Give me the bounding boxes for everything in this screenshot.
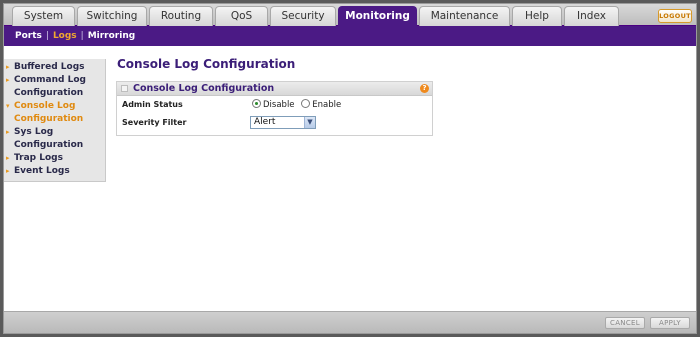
panel-title: Console Log Configuration — [133, 83, 275, 94]
admin-status-row: Admin Status Disable Enable — [117, 96, 432, 114]
logout-button[interactable]: LOGOUT — [658, 9, 692, 23]
sidebar-item-label: Buffered Logs — [14, 62, 85, 72]
tab-monitoring[interactable]: Monitoring — [338, 6, 417, 26]
page-title: Console Log Configuration — [117, 57, 296, 71]
admin-status-label: Admin Status — [122, 100, 183, 109]
chevron-down-icon: ▼ — [304, 117, 315, 128]
app-frame: System Switching Routing QoS Security Mo… — [3, 3, 697, 334]
sidebar-item-label: Console Log Configuration — [14, 101, 84, 124]
tab-maintenance[interactable]: Maintenance — [419, 6, 510, 26]
tab-help[interactable]: Help — [512, 6, 562, 26]
sidebar-item-label: Command Log Configuration — [14, 75, 86, 98]
radio-label-disable: Disable — [263, 100, 295, 110]
sidebar-item-command-log-configuration[interactable]: ▸ Command Log Configuration — [4, 74, 105, 100]
collapse-icon[interactable] — [121, 85, 128, 92]
top-tab-bar: System Switching Routing QoS Security Mo… — [4, 4, 696, 26]
tab-system[interactable]: System — [12, 6, 75, 26]
arrow-right-icon: ▸ — [6, 154, 10, 162]
admin-status-enable-radio[interactable] — [301, 99, 311, 108]
severity-filter-label: Severity Filter — [122, 118, 187, 127]
radio-label-enable: Enable — [312, 100, 342, 110]
subnav-item-logs[interactable]: Logs — [53, 31, 77, 41]
sub-nav-bar: Ports | Logs | Mirroring — [4, 26, 696, 46]
sidebar: ▸ Buffered Logs ▸ Command Log Configurat… — [4, 59, 106, 182]
sidebar-item-console-log-configuration[interactable]: ▾ Console Log Configuration — [4, 100, 105, 126]
sidebar-item-sys-log-configuration[interactable]: ▸ Sys Log Configuration — [4, 126, 105, 152]
admin-status-disable-radio[interactable] — [252, 99, 261, 108]
severity-filter-row: Severity Filter Alert ▼ — [117, 114, 432, 132]
severity-filter-select[interactable]: Alert ▼ — [250, 116, 316, 129]
subnav-item-ports[interactable]: Ports — [15, 31, 42, 41]
panel-header: Console Log Configuration ? — [117, 82, 432, 96]
sidebar-item-label: Sys Log Configuration — [14, 127, 84, 150]
arrow-down-icon: ▾ — [6, 102, 10, 110]
arrow-right-icon: ▸ — [6, 128, 10, 136]
subnav-separator: | — [45, 31, 49, 41]
arrow-right-icon: ▸ — [6, 63, 10, 71]
sidebar-item-buffered-logs[interactable]: ▸ Buffered Logs — [4, 61, 105, 74]
tab-qos[interactable]: QoS — [215, 6, 268, 26]
subnav-item-mirroring[interactable]: Mirroring — [88, 31, 135, 41]
console-log-panel: Console Log Configuration ? Admin Status… — [116, 81, 433, 136]
apply-button[interactable]: APPLY — [650, 317, 690, 329]
arrow-right-icon: ▸ — [6, 76, 10, 84]
arrow-right-icon: ▸ — [6, 167, 10, 175]
tab-switching[interactable]: Switching — [77, 6, 147, 26]
bottom-action-bar: CANCEL APPLY — [4, 311, 696, 333]
tab-security[interactable]: Security — [270, 6, 336, 26]
cancel-button[interactable]: CANCEL — [605, 317, 645, 329]
severity-filter-value: Alert — [254, 117, 276, 127]
sidebar-item-label: Trap Logs — [14, 153, 63, 163]
admin-status-radio-group: Disable Enable — [252, 99, 345, 110]
sidebar-item-trap-logs[interactable]: ▸ Trap Logs — [4, 152, 105, 165]
tab-routing[interactable]: Routing — [149, 6, 213, 26]
sidebar-item-event-logs[interactable]: ▸ Event Logs — [4, 165, 105, 178]
tab-index[interactable]: Index — [564, 6, 619, 26]
subnav-separator: | — [80, 31, 84, 41]
help-icon[interactable]: ? — [420, 84, 429, 93]
sidebar-item-label: Event Logs — [14, 166, 70, 176]
